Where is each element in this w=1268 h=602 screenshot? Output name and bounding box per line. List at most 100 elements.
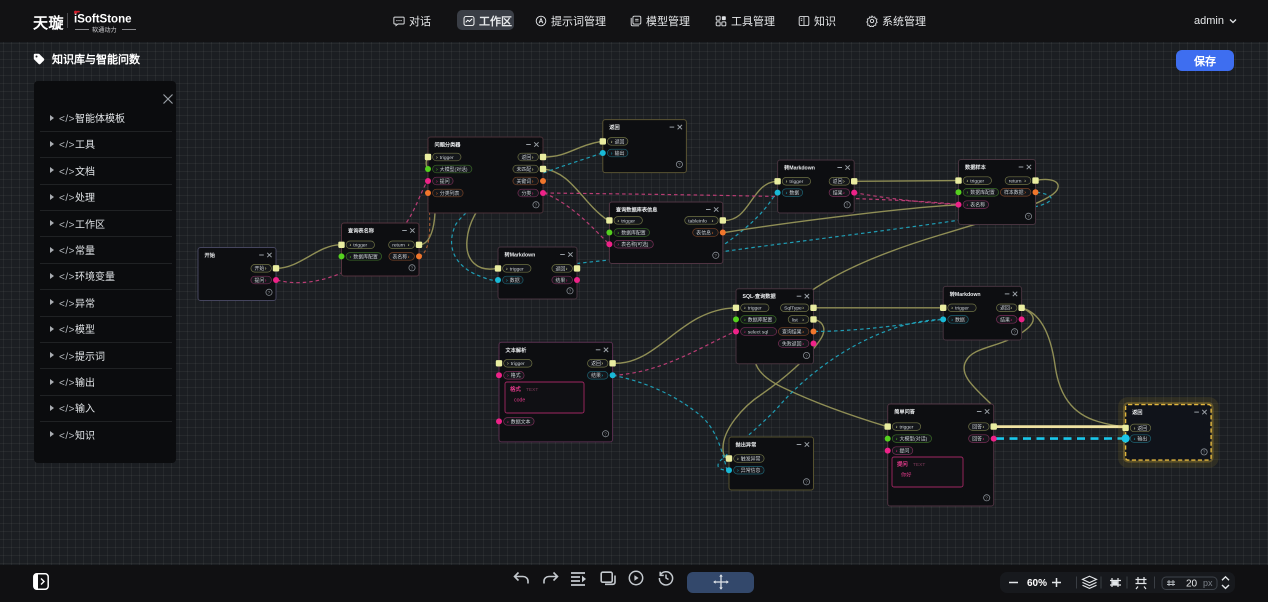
svg-text:你好: 你好 — [901, 471, 911, 479]
svg-text:›: › — [737, 468, 739, 474]
svg-text:?: ? — [268, 290, 271, 295]
svg-text:提问: 提问 — [255, 277, 265, 284]
svg-text:›: › — [532, 167, 534, 173]
svg-text:分类列表: 分类列表 — [440, 190, 460, 197]
svg-text:return: return — [1009, 179, 1022, 185]
svg-text:结果: 结果 — [556, 277, 566, 284]
svg-text:›: › — [265, 266, 267, 272]
svg-text:失败返回: 失败返回 — [782, 340, 802, 347]
svg-text:返回: 返回 — [1137, 425, 1147, 432]
svg-text:问题分类器: 问题分类器 — [435, 141, 462, 149]
svg-text:文本解析: 文本解析 — [506, 346, 528, 354]
svg-text:›: › — [712, 230, 714, 236]
svg-text:表名称: 表名称 — [393, 253, 408, 260]
svg-text:›: › — [436, 155, 438, 161]
svg-text:格式: 格式 — [511, 372, 521, 379]
svg-text:›: › — [601, 361, 603, 367]
svg-text:›: › — [967, 203, 969, 209]
svg-text:›: › — [408, 243, 410, 249]
svg-text:›: › — [1134, 426, 1136, 432]
svg-text:格式: 格式 — [510, 385, 521, 393]
svg-text:trigger: trigger — [353, 243, 367, 249]
svg-text:数据: 数据 — [510, 277, 520, 284]
svg-text:简单问答: 简单问答 — [894, 408, 916, 416]
svg-text:px: px — [1203, 578, 1213, 588]
svg-text:?: ? — [604, 432, 607, 437]
svg-text:trigger: trigger — [440, 155, 454, 161]
svg-text:›: › — [611, 139, 613, 145]
svg-text:?: ? — [985, 496, 988, 501]
svg-text:›: › — [506, 278, 508, 284]
svg-text:提问: 提问 — [900, 448, 910, 455]
svg-text:›: › — [532, 179, 534, 185]
svg-text:›: › — [1024, 179, 1026, 185]
svg-text:关键词: 关键词 — [517, 178, 532, 185]
svg-text:结果: 结果 — [591, 372, 601, 379]
svg-text:开始: 开始 — [205, 251, 216, 259]
svg-text:›: › — [350, 243, 352, 249]
svg-text:查询数据库表信息: 查询数据库表信息 — [615, 206, 658, 214]
svg-text:返回: 返回 — [522, 154, 532, 161]
svg-text:›: › — [566, 266, 568, 272]
svg-text:trigger: trigger — [748, 306, 762, 312]
svg-text:样本数据: 样本数据 — [1004, 189, 1024, 196]
svg-text:20: 20 — [1186, 578, 1198, 589]
svg-text:trigger: trigger — [970, 179, 984, 185]
svg-text:›: › — [983, 437, 985, 443]
svg-text:trigger: trigger — [621, 218, 635, 224]
svg-text:›: › — [896, 425, 898, 431]
svg-text:输出: 输出 — [615, 150, 625, 157]
svg-text:数据: 数据 — [789, 190, 799, 197]
svg-text:›: › — [967, 179, 969, 185]
svg-text:›: › — [744, 329, 746, 335]
svg-text:?: ? — [1203, 450, 1206, 455]
svg-text:大模型(对话): 大模型(对话) — [900, 436, 928, 443]
svg-text:?: ? — [1013, 330, 1016, 335]
svg-text:转Markdown: 转Markdown — [784, 164, 815, 172]
svg-text:表名称[可选]: 表名称[可选] — [621, 241, 649, 248]
svg-text:开始: 开始 — [255, 265, 265, 272]
svg-text:未匹配: 未匹配 — [517, 166, 532, 173]
svg-text:›: › — [506, 266, 508, 272]
svg-text:异常信息: 异常信息 — [741, 467, 761, 474]
svg-text:trigger: trigger — [510, 266, 524, 272]
svg-text:回答: 回答 — [972, 424, 982, 431]
svg-text:返回: 返回 — [1000, 305, 1010, 312]
svg-text:软通动力: 软通动力 — [92, 26, 117, 34]
svg-text:返回: 返回 — [556, 265, 566, 272]
svg-text:›: › — [408, 254, 410, 260]
svg-text:›: › — [737, 456, 739, 462]
svg-text:tableinfo: tableinfo — [688, 218, 707, 224]
svg-text:提问: 提问 — [897, 460, 908, 468]
svg-text:数据: 数据 — [955, 316, 965, 323]
svg-text:›: › — [265, 278, 267, 284]
svg-text:TEXT: TEXT — [913, 462, 925, 468]
svg-text:返回: 返回 — [591, 360, 601, 367]
svg-text:return: return — [392, 243, 405, 249]
svg-text:›: › — [843, 191, 845, 197]
svg-text:数据样本: 数据样本 — [965, 163, 987, 171]
svg-text:›: › — [786, 179, 788, 185]
svg-text:›: › — [983, 425, 985, 431]
svg-text:转Markdown: 转Markdown — [950, 290, 981, 298]
svg-text:?: ? — [805, 480, 808, 485]
svg-text:?: ? — [1027, 214, 1030, 219]
svg-text:回答: 回答 — [972, 436, 982, 443]
svg-text:›: › — [951, 317, 953, 323]
svg-text:›: › — [507, 373, 509, 379]
svg-text:›: › — [436, 191, 438, 197]
svg-text:›: › — [802, 317, 804, 323]
svg-text:›: › — [896, 449, 898, 455]
svg-text:›: › — [712, 218, 714, 224]
svg-text:›: › — [1010, 317, 1012, 323]
svg-text:›: › — [1134, 437, 1136, 443]
svg-text:›: › — [951, 306, 953, 312]
svg-text:›: › — [617, 218, 619, 224]
svg-text:›: › — [601, 373, 603, 379]
svg-text:转Markdown: 转Markdown — [505, 251, 536, 259]
svg-text:?: ? — [714, 253, 717, 258]
svg-text:›: › — [566, 278, 568, 284]
svg-text:查询表名称: 查询表名称 — [347, 227, 375, 235]
svg-text:?: ? — [805, 353, 808, 358]
svg-text:数据库配置: 数据库配置 — [748, 316, 773, 323]
